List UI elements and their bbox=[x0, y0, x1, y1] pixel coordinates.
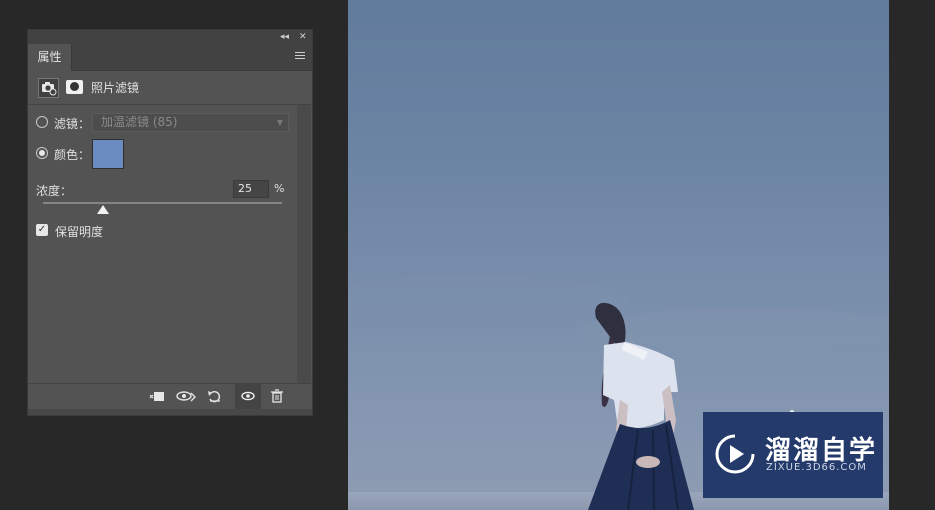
eye-icon[interactable] bbox=[235, 384, 261, 409]
watermark-url: ZIXUE.3D66.COM bbox=[766, 462, 867, 473]
reset-icon[interactable] bbox=[204, 384, 226, 409]
color-swatch[interactable] bbox=[92, 139, 124, 169]
panel-tab-row: 属性 bbox=[28, 44, 312, 71]
density-input[interactable]: 25 bbox=[233, 180, 269, 198]
density-unit: % bbox=[274, 182, 285, 195]
close-icon[interactable]: ✕ bbox=[299, 30, 307, 44]
double-left-arrow-icon[interactable]: ◂◂ bbox=[280, 30, 289, 44]
mask-icon[interactable] bbox=[66, 80, 83, 94]
camera-adjustment-icon[interactable] bbox=[38, 78, 59, 98]
trash-icon[interactable] bbox=[266, 384, 288, 409]
panel-scrollbar[interactable] bbox=[297, 105, 311, 383]
density-label: 浓度： bbox=[36, 184, 73, 198]
panel-footer bbox=[28, 383, 312, 409]
chevron-down-icon: ▼ bbox=[276, 118, 283, 127]
panel-title-bar[interactable]: ◂◂ ✕ bbox=[28, 30, 312, 44]
color-radio[interactable] bbox=[36, 147, 48, 159]
tab-properties[interactable]: 属性 bbox=[28, 44, 72, 71]
adjustment-header: 照片滤镜 bbox=[28, 71, 312, 105]
panel-resize-grip[interactable] bbox=[28, 409, 312, 415]
play-logo-icon bbox=[715, 434, 755, 474]
filter-select[interactable]: 加温滤镜 (85) ▼ bbox=[92, 113, 289, 132]
density-slider-track[interactable] bbox=[43, 202, 282, 204]
filter-radio[interactable] bbox=[36, 116, 48, 128]
preserve-luminosity-label: 保留明度 bbox=[55, 225, 104, 239]
color-label: 颜色： bbox=[54, 148, 91, 162]
clip-to-layer-icon[interactable] bbox=[146, 384, 168, 409]
filter-select-value: 加温滤镜 (85) bbox=[101, 115, 178, 129]
adjustment-title: 照片滤镜 bbox=[91, 81, 140, 95]
panel-menu-icon[interactable] bbox=[295, 52, 305, 62]
preserve-luminosity-checkbox[interactable]: ✓ bbox=[36, 224, 48, 236]
view-previous-state-icon[interactable] bbox=[175, 384, 197, 409]
properties-panel: ◂◂ ✕ 属性 照片滤镜 滤镜： 加温滤镜 (85) ▼ 颜色： 浓度： 25 … bbox=[27, 29, 313, 416]
filter-label: 滤镜： bbox=[54, 117, 91, 131]
watermark-badge: 溜溜自学 ZIXUE.3D66.COM bbox=[703, 412, 883, 498]
density-slider-thumb[interactable] bbox=[96, 205, 109, 214]
